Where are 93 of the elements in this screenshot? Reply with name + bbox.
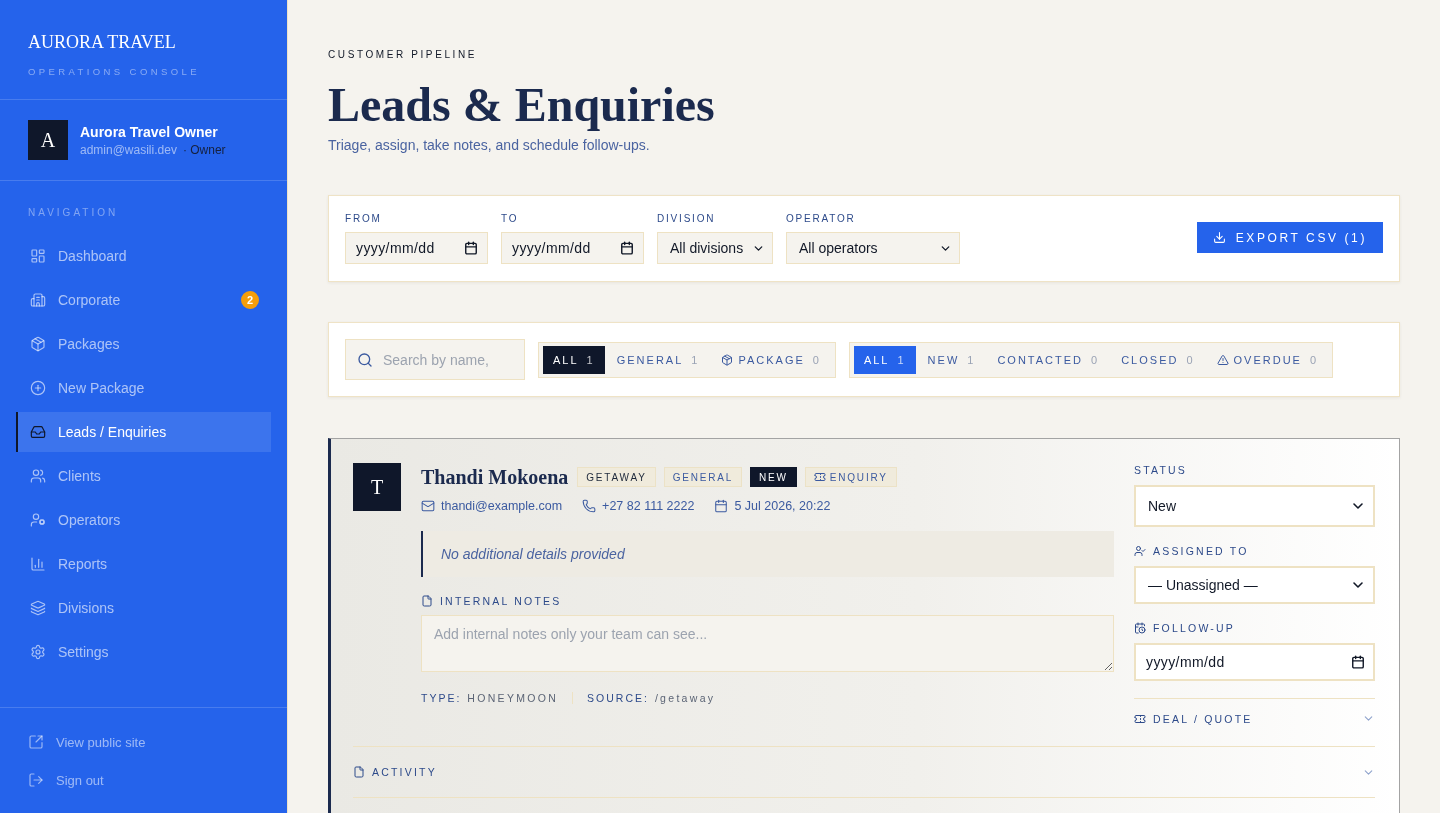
- file-icon: [353, 766, 365, 778]
- contact-text: +27 82 111 2222: [602, 499, 695, 513]
- lead-avatar: T: [353, 463, 401, 511]
- file-icon: [421, 595, 433, 607]
- ticket-icon: [1134, 712, 1146, 725]
- date-field[interactable]: yyyy/mm/dd: [1134, 643, 1375, 681]
- ticket-icon: [813, 471, 826, 483]
- user-name: Aurora Travel Owner: [80, 122, 219, 141]
- settings-icon: [30, 644, 46, 660]
- bar-chart-icon: [30, 556, 46, 572]
- filter-tab[interactable]: CLOSED 0: [1111, 345, 1205, 374]
- warning-icon: [1216, 353, 1229, 366]
- box-icon: [30, 336, 46, 352]
- plus-circle-icon: [30, 380, 46, 396]
- page-subtitle: Triage, assign, take notes, and schedule follow-ups.: [328, 136, 650, 155]
- select-field[interactable]: New: [1134, 485, 1375, 527]
- notes-field[interactable]: Add internal notes only your team can see...: [421, 615, 1114, 672]
- mail-icon: [421, 499, 435, 513]
- filter-tab[interactable]: NEW 1: [917, 345, 986, 374]
- assignee-label: ASSIGNED TO: [1153, 544, 1249, 558]
- inbox-icon: [30, 424, 46, 440]
- public-site-link[interactable]: View public site: [28, 730, 146, 754]
- notes-label: INTERNAL NOTES: [440, 594, 562, 608]
- tag: GENERAL: [663, 467, 743, 487]
- filter-tab[interactable]: ALL 1: [543, 345, 605, 374]
- dashboard-icon: [30, 248, 46, 264]
- filter-tab[interactable]: GENERAL 1: [606, 345, 710, 374]
- layers-icon: [30, 600, 46, 616]
- filter-tab[interactable]: ALL 1: [853, 345, 916, 374]
- calendar-icon: [620, 241, 634, 255]
- activity-toggle[interactable]: ACTIVITY: [353, 746, 1375, 798]
- download-icon: [1212, 231, 1226, 244]
- contact-text: 5 Jul 2026, 20:22: [734, 499, 831, 513]
- field-label: OPERATOR: [786, 212, 856, 226]
- sign-out-link[interactable]: Sign out: [28, 768, 104, 792]
- lead-name: Thandi Mokoena: [421, 466, 569, 488]
- date-field[interactable]: yyyy/mm/dd: [345, 232, 488, 264]
- meta-value: HONEYMOON: [467, 692, 559, 704]
- calendar-icon: [1351, 655, 1365, 669]
- select-field[interactable]: All operators: [786, 232, 960, 264]
- field-label: TO: [501, 212, 519, 226]
- sign-out-icon: [28, 772, 44, 788]
- nav-item[interactable]: New Package: [16, 368, 271, 408]
- field-label: FROM: [345, 212, 382, 226]
- select-field[interactable]: All divisions: [657, 232, 773, 264]
- tag: GETAWAY: [577, 467, 656, 487]
- details-note: No additional details provided: [421, 531, 1114, 577]
- meta-label: SOURCE:: [587, 692, 649, 704]
- search-field[interactable]: Search by name,: [345, 339, 525, 380]
- count-badge: 2: [241, 291, 259, 309]
- nav-item[interactable]: Packages: [16, 324, 271, 364]
- calendar-icon: [714, 499, 729, 513]
- export-button[interactable]: EXPORT CSV (1): [1196, 222, 1383, 253]
- follow-up-label: FOLLOW-UP: [1153, 621, 1236, 635]
- date-field[interactable]: yyyy/mm/dd: [501, 232, 644, 264]
- nav-item[interactable]: Settings: [16, 632, 271, 672]
- nav-heading: NAVIGATION: [28, 207, 119, 218]
- filter-tab[interactable]: PACKAGE 0: [711, 345, 831, 374]
- meta-value: /getaway: [654, 692, 716, 704]
- nav-item[interactable]: Clients: [16, 456, 271, 496]
- page-title: Leads & Enquiries: [328, 77, 715, 133]
- tag: NEW: [750, 467, 797, 487]
- search-icon: [357, 351, 373, 368]
- nav-item[interactable]: Operators: [16, 500, 271, 540]
- user-gear-icon: [30, 512, 46, 528]
- brand-tagline: OPERATIONS CONSOLE: [28, 66, 200, 78]
- filter-tab[interactable]: CONTACTED 0: [987, 345, 1110, 374]
- phone-icon: [582, 499, 597, 513]
- brand-name: AURORA TRAVEL: [28, 31, 176, 53]
- user-check-icon: [1134, 545, 1146, 557]
- user-avatar: A: [28, 120, 68, 160]
- field-label: DIVISION: [657, 212, 716, 226]
- user-email: admin@wasili.dev: [80, 141, 177, 158]
- tag-label: ENQUIRY: [829, 471, 888, 483]
- deal-quote-toggle[interactable]: DEAL / QUOTE: [1134, 698, 1375, 738]
- contact-text: thandi@example.com: [441, 499, 563, 513]
- nav-item[interactable]: Divisions: [16, 588, 271, 628]
- calendar-clock-icon: [1134, 622, 1146, 634]
- building-icon: [30, 292, 46, 308]
- filter-tab[interactable]: OVERDUE 0: [1206, 345, 1329, 374]
- calendar-icon: [464, 241, 478, 255]
- status-label: STATUS: [1134, 463, 1188, 477]
- nav-item[interactable]: Leads / Enquiries: [16, 412, 271, 452]
- page-eyebrow: CUSTOMER PIPELINE: [328, 48, 478, 62]
- users-icon: [30, 468, 46, 484]
- nav-item[interactable]: Corporate 2: [16, 280, 271, 320]
- user-role: · Owner: [182, 141, 226, 158]
- nav-item[interactable]: Dashboard: [16, 236, 271, 276]
- box-icon: [721, 353, 734, 366]
- meta-label: TYPE:: [421, 692, 462, 704]
- external-link-icon: [28, 734, 44, 750]
- nav-item[interactable]: Reports: [16, 544, 271, 584]
- select-field[interactable]: — Unassigned —: [1134, 566, 1375, 604]
